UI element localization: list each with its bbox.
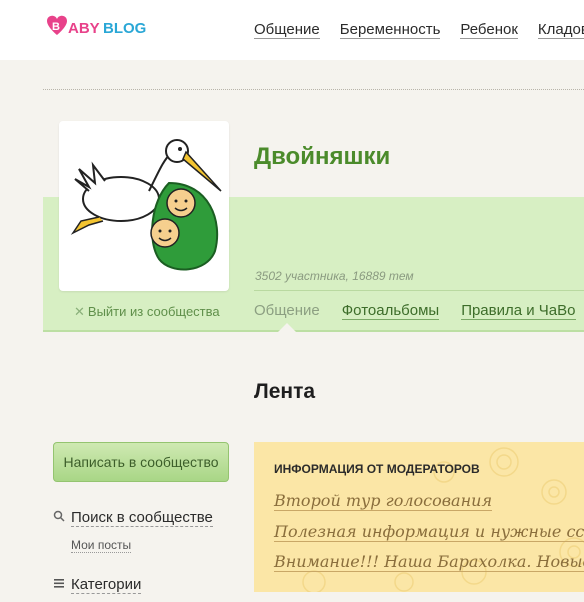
categories-label: Категории xyxy=(71,576,142,594)
community-tabs: ОбщениеФотоальбомыПравила и ЧаВоМ xyxy=(254,302,584,320)
moderator-info-heading: ИНФОРМАЦИЯ ОТ МОДЕРАТОРОВ xyxy=(274,462,480,476)
community-title: Двойняшки xyxy=(254,143,391,170)
babyblog-logo-icon: B ABY BLOG xyxy=(47,15,146,37)
active-tab-pointer xyxy=(278,323,296,332)
list-icon xyxy=(53,577,65,592)
search-in-community-link[interactable]: Поиск в сообществе xyxy=(53,509,213,527)
moderator-info-box: ИНФОРМАЦИЯ ОТ МОДЕРАТОРОВ Второй тур гол… xyxy=(254,442,584,592)
close-icon: ✕ xyxy=(74,304,85,319)
search-in-community-label: Поиск в сообществе xyxy=(71,509,213,527)
nav-item-storage[interactable]: Кладовая xyxy=(537,22,584,39)
community-avatar[interactable] xyxy=(59,121,229,291)
nav-item-communication[interactable]: Общение xyxy=(254,22,320,39)
community-stats: 3502 участника, 16889 тем xyxy=(255,269,414,283)
top-bar: B ABY BLOG Общение Беременность Ребенок Кла… xyxy=(0,0,584,60)
categories-link[interactable]: Категории xyxy=(53,576,142,594)
moderator-link-1[interactable]: Второй тур голосования xyxy=(274,492,493,511)
nav-item-child[interactable]: Ребенок xyxy=(460,22,518,39)
stork-twins-image xyxy=(70,139,222,271)
leave-community-link[interactable]: ✕ Выйти из сообщества xyxy=(74,304,220,320)
svg-text:BLOG: BLOG xyxy=(103,20,146,37)
tab-photo-albums[interactable]: Фотоальбомы xyxy=(341,303,440,320)
tab-rules-faq[interactable]: Правила и ЧаВо xyxy=(461,303,576,320)
moderator-link-2[interactable]: Полезная информация и нужные ссылки xyxy=(274,523,584,542)
svg-text:B: B xyxy=(52,21,60,33)
write-to-community-button[interactable]: Написать в сообщество xyxy=(53,442,229,482)
feed-title: Лента xyxy=(254,380,316,403)
svg-text:ABY: ABY xyxy=(68,20,100,37)
main-nav: Общение Беременность Ребенок Кладовая xyxy=(254,21,584,39)
leave-community-label: Выйти из сообщества xyxy=(87,304,220,319)
tab-communication[interactable]: Общение xyxy=(254,303,320,319)
my-posts-link[interactable]: Мои посты xyxy=(71,538,132,553)
babyblog-logo[interactable]: B ABY BLOG xyxy=(43,11,153,43)
nav-item-pregnancy[interactable]: Беременность xyxy=(339,22,441,39)
search-icon xyxy=(53,510,65,525)
stats-divider xyxy=(254,290,584,291)
divider xyxy=(43,89,584,90)
moderator-link-3[interactable]: Внимание!!! Наша Барахолка. Новые правил… xyxy=(274,553,584,572)
